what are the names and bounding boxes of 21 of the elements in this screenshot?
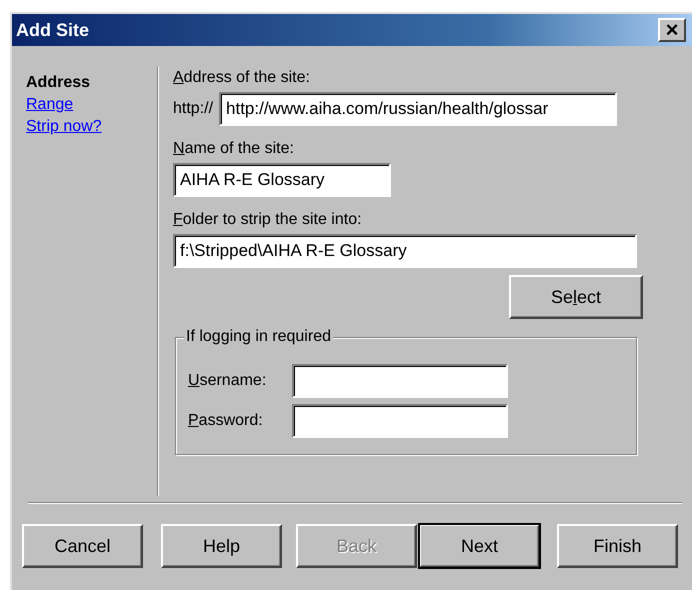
- field-label: Address of the site:: [173, 68, 310, 88]
- name-field[interactable]: AIHA R-E Glossary: [173, 163, 391, 197]
- field-label: Folder to strip the site into:: [173, 210, 362, 230]
- dialog-button[interactable]: Finish: [557, 524, 678, 568]
- dialog-button[interactable]: Cancel: [22, 524, 143, 568]
- close-button[interactable]: ×: [658, 18, 686, 42]
- select-button[interactable]: Select: [509, 275, 643, 319]
- dialog-button[interactable]: Next: [419, 524, 540, 568]
- field-label: Name of the site:: [173, 139, 294, 159]
- current-step: Address: [26, 72, 90, 94]
- dialog-button[interactable]: Help: [161, 524, 282, 568]
- window-title: Add Site: [16, 18, 90, 42]
- address-field[interactable]: http://www.aiha.com/russian/health/glossar: [219, 92, 618, 126]
- url-prefix: http://: [173, 99, 214, 119]
- step-link[interactable]: Strip now?: [26, 116, 102, 138]
- step-link[interactable]: Range: [26, 94, 74, 116]
- folder-field[interactable]: f:\Stripped\AIHA R-E Glossary: [173, 234, 637, 268]
- field-label: Username:: [188, 371, 268, 391]
- text-field[interactable]: [292, 364, 508, 398]
- field-label: Password:: [188, 411, 264, 431]
- text-field[interactable]: [292, 404, 508, 438]
